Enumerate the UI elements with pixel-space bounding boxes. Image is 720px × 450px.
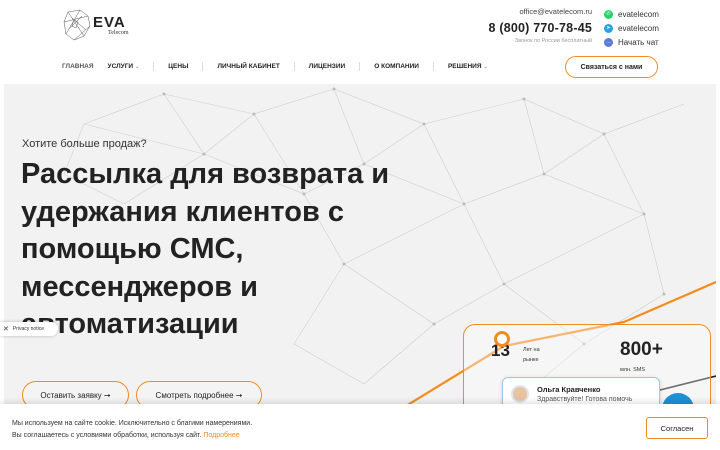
telegram-icon: ➤ xyxy=(604,23,613,33)
nav-home[interactable]: ГЛАВНАЯ xyxy=(62,63,94,70)
social-links: ✆ evatelecom ➤ evatelecom … Начать чат xyxy=(604,7,659,49)
nav-prices-label: ЦЕНЫ xyxy=(168,63,189,70)
whatsapp-icon: ✆ xyxy=(604,9,613,19)
start-chat-link[interactable]: … Начать чат xyxy=(604,35,659,49)
nav-account-label: ЛИЧНЫЙ КАБИНЕТ xyxy=(217,63,280,70)
cookie-line-1: Мы используем на сайте cookie. Исключите… xyxy=(12,420,253,427)
nav-licenses[interactable]: ЛИЦЕНЗИИ xyxy=(309,63,345,70)
email-link[interactable]: office@evatelecom.ru xyxy=(489,7,592,16)
nav-services[interactable]: УСЛУГИ ⌄ xyxy=(108,63,140,70)
nav-prices[interactable]: ЦЕНЫ xyxy=(168,63,188,70)
cookie-banner: Мы используем на сайте cookie. Исключите… xyxy=(0,404,720,450)
main-nav: ГЛАВНАЯ УСЛУГИ ⌄ ЦЕНЫ ЛИЧНЫЙ КАБИНЕТ ЛИЦЕ… xyxy=(62,62,502,71)
cookie-more-link[interactable]: Подробнее xyxy=(203,432,239,439)
cookie-text: Мы используем на сайте cookie. Исключите… xyxy=(12,418,252,442)
chart-marker xyxy=(494,331,510,347)
nav-divider xyxy=(432,62,434,71)
nav-solutions[interactable]: РЕШЕНИЯ ⌄ xyxy=(448,63,488,70)
whatsapp-label: evatelecom xyxy=(618,9,659,19)
contact-us-button[interactable]: Связаться с нами xyxy=(565,56,658,78)
phone-note: Звонок по России бесплатный xyxy=(514,38,592,44)
nav-account[interactable]: ЛИЧНЫЙ КАБИНЕТ xyxy=(217,63,279,70)
hero-eyebrow: Хотите больше продаж? xyxy=(22,138,147,150)
nav-about-label: О КОМПАНИИ xyxy=(374,63,419,70)
nav-home-label: ГЛАВНАЯ xyxy=(62,63,94,70)
chat-icon: … xyxy=(604,37,613,47)
telegram-link[interactable]: ➤ evatelecom xyxy=(604,21,659,35)
stat-sms-value: 800+ xyxy=(620,339,663,360)
stat-sms-label: млн. SMS xyxy=(620,367,646,373)
stat-years-label: Лет на рынке xyxy=(523,347,540,363)
hero-headline: Рассылка для возврата и удержания клиент… xyxy=(21,158,390,340)
chevron-down-icon: ⌄ xyxy=(483,63,488,70)
start-chat-label: Начать чат xyxy=(618,37,659,47)
whatsapp-link[interactable]: ✆ evatelecom xyxy=(604,7,659,21)
chat-message: Здравствуйте! Готова помочь xyxy=(537,396,633,403)
phone-link[interactable]: 8 (800) 770-78-45 xyxy=(489,21,592,35)
logo-portrait-icon xyxy=(63,9,91,41)
nav-divider xyxy=(293,62,295,71)
logo-wordmark: EVA xyxy=(93,14,126,31)
privacy-notice-label: Privacy notice xyxy=(12,326,44,332)
avatar xyxy=(511,385,529,403)
chevron-down-icon: ⌄ xyxy=(135,63,140,70)
nav-licenses-label: ЛИЦЕНЗИИ xyxy=(308,63,346,70)
page: EVA Telecom office@evatelecom.ru 8 (800)… xyxy=(0,0,720,450)
nav-divider xyxy=(153,62,155,71)
chat-agent-name: Ольга Кравченко xyxy=(537,385,601,394)
nav-divider xyxy=(202,62,204,71)
privacy-notice-tab[interactable]: ✕ Privacy notice xyxy=(0,322,58,336)
site-header: EVA Telecom office@evatelecom.ru 8 (800)… xyxy=(0,0,720,84)
nav-solutions-label: РЕШЕНИЯ xyxy=(447,63,482,70)
telegram-label: evatelecom xyxy=(618,23,659,33)
close-icon[interactable]: ✕ xyxy=(3,325,9,333)
nav-about[interactable]: О КОМПАНИИ xyxy=(374,63,419,70)
contacts-block: office@evatelecom.ru 8 (800) 770-78-45 З… xyxy=(489,7,592,44)
nav-services-label: УСЛУГИ xyxy=(107,63,134,70)
cookie-accept-button[interactable]: Согласен xyxy=(646,417,708,439)
logo-subtitle: Telecom xyxy=(108,30,129,36)
cookie-line-2: Вы соглашаетесь с условиями обработки, и… xyxy=(12,432,202,439)
nav-divider xyxy=(359,62,361,71)
